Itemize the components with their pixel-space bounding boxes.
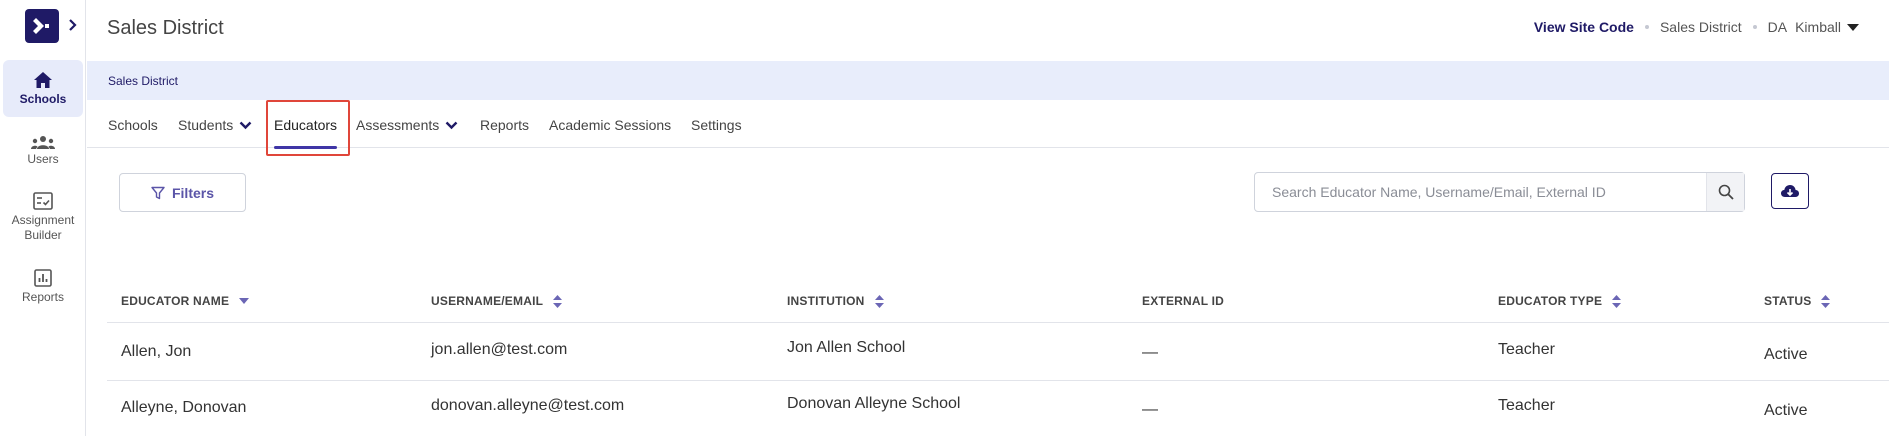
filters-button[interactable]: Filters [119, 173, 246, 212]
bar-chart-icon [34, 269, 52, 287]
tab-bar: Schools Students Educators Assessments R… [87, 100, 1889, 148]
search-box [1254, 172, 1745, 212]
tab-assessments[interactable]: Assessments [356, 117, 458, 133]
column-header-external-id: EXTERNAL ID [1142, 294, 1224, 308]
expand-sidebar-button[interactable] [66, 15, 78, 35]
column-label: STATUS [1764, 294, 1812, 308]
sort-icon [874, 294, 884, 308]
page-title: Sales District [107, 17, 224, 39]
tab-settings[interactable]: Settings [691, 117, 742, 133]
district-label: Sales District [1659, 19, 1742, 35]
chevron-down-icon [445, 121, 458, 129]
breadcrumb-bar: Sales District [87, 61, 1889, 100]
external-id-cell: — [1142, 344, 1158, 361]
educator-type-cell: Teacher [1498, 341, 1555, 358]
column-label: EDUCATOR TYPE [1498, 294, 1603, 308]
tab-reports[interactable]: Reports [480, 117, 529, 133]
column-label: USERNAME/EMAIL [431, 294, 544, 308]
sort-icon [553, 294, 563, 308]
assignment-builder-icon [33, 192, 53, 210]
educator-type-cell: Teacher [1498, 397, 1555, 414]
search-icon [1718, 184, 1734, 200]
sidebar-item-schools[interactable]: Schools [3, 60, 83, 117]
search-button[interactable] [1706, 173, 1744, 211]
logo-arrow-icon [33, 18, 49, 34]
column-header-institution[interactable]: INSTITUTION [787, 294, 884, 308]
highlight-annotation [266, 100, 350, 156]
column-header-educator-type[interactable]: EDUCATOR TYPE [1498, 294, 1622, 308]
users-icon [31, 136, 55, 149]
sidebar-item-label: Reports [21, 290, 65, 304]
table-divider [107, 322, 1889, 323]
sidebar-item-label: Assignment Builder [11, 213, 75, 242]
column-header-status[interactable]: STATUS [1764, 294, 1831, 308]
breadcrumb[interactable]: Sales District [108, 74, 178, 88]
chevron-down-icon [239, 121, 252, 129]
search-input[interactable] [1255, 173, 1707, 211]
chevron-right-icon [68, 19, 77, 31]
status-cell: Active [1764, 346, 1808, 363]
user-menu[interactable]: DA Kimball [1768, 19, 1859, 35]
app-logo[interactable] [25, 9, 59, 43]
separator-dot [1644, 25, 1649, 29]
home-icon [34, 71, 52, 88]
tab-academic-sessions[interactable]: Academic Sessions [549, 117, 671, 133]
table-divider [107, 380, 1889, 381]
user-name: Kimball [1795, 19, 1841, 35]
sort-icon [1821, 294, 1831, 308]
sidebar-item-reports[interactable]: Reports [3, 266, 83, 308]
institution-cell: Jon Allen School [787, 339, 906, 356]
email-cell: jon.allen@test.com [431, 341, 568, 358]
filters-label: Filters [171, 184, 214, 201]
tab-schools[interactable]: Schools [108, 117, 158, 133]
institution-cell: Donovan Alleyne School [787, 395, 961, 412]
tab-label: Academic Sessions [549, 117, 672, 133]
tab-label: Settings [691, 117, 742, 133]
sort-desc-icon [239, 298, 250, 304]
tab-label: Assessments [356, 117, 440, 133]
sidebar: Schools Users Assignment Builder Reports [0, 0, 86, 436]
educator-name-cell[interactable]: Allen, Jon [121, 343, 191, 361]
status-cell: Active [1764, 402, 1808, 419]
tab-label: Students [178, 117, 234, 133]
sidebar-item-users[interactable]: Users [3, 130, 83, 172]
sidebar-item-label: Schools [19, 91, 67, 106]
user-initials: DA [1767, 19, 1788, 35]
column-header-educator-name[interactable]: EDUCATOR NAME [121, 294, 250, 308]
sidebar-item-label: Users [27, 152, 59, 166]
tab-label: Reports [480, 117, 530, 133]
tab-label: Schools [108, 117, 158, 133]
email-cell: donovan.alleyne@test.com [431, 397, 625, 414]
column-header-username-email[interactable]: USERNAME/EMAIL [431, 294, 563, 308]
download-button[interactable] [1771, 173, 1809, 209]
sidebar-item-assignment-builder[interactable]: Assignment Builder [3, 189, 83, 246]
column-label: EXTERNAL ID [1142, 294, 1224, 308]
filter-icon [151, 186, 165, 199]
cloud-download-icon [1781, 185, 1799, 197]
caret-down-icon [1847, 23, 1859, 31]
separator-dot [1752, 25, 1757, 29]
tab-students[interactable]: Students [178, 117, 252, 133]
header-actions: View Site Code Sales District DA Kimball [1534, 19, 1859, 35]
educator-name-cell[interactable]: Alleyne, Donovan [121, 399, 246, 417]
column-label: INSTITUTION [787, 294, 865, 308]
view-site-code-link[interactable]: View Site Code [1534, 19, 1634, 35]
external-id-cell: — [1142, 401, 1158, 418]
column-label: EDUCATOR NAME [121, 294, 230, 308]
sort-icon [1612, 294, 1622, 308]
